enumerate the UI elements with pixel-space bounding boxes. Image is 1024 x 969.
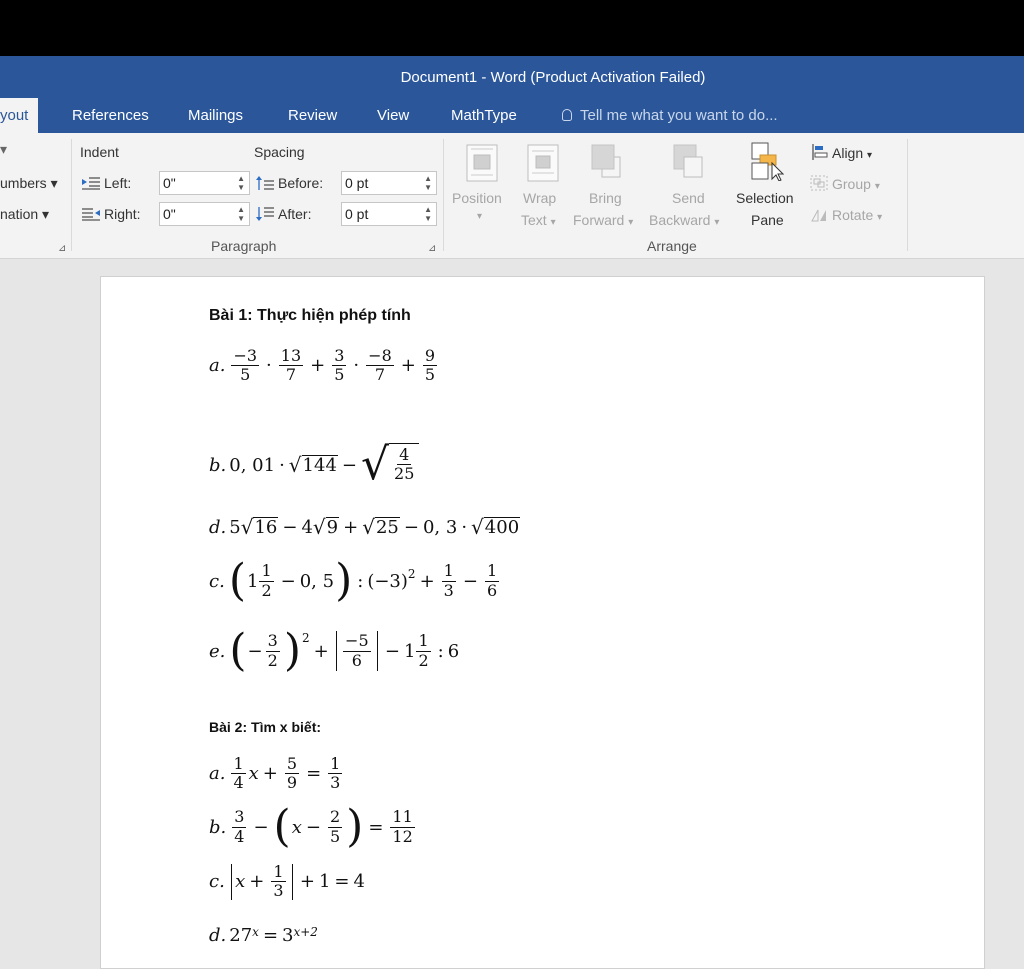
rotate-icon — [810, 206, 828, 222]
group-separator — [443, 139, 444, 251]
clipped-dropdown-arrow[interactable]: ▾ — [0, 141, 7, 158]
spinner-arrows-icon[interactable]: ▲ ▼ — [424, 205, 432, 223]
document-page[interactable]: Bài 1: Thực hiện phép tính a. −3 5 · 13 7 … — [100, 276, 985, 969]
eq-1c: c. ( 112 − 0, 5 ) : (−3) 2 + 13 − 16 — [209, 555, 500, 606]
indent-right-icon — [82, 207, 100, 221]
align-button[interactable]: Align ▾ — [812, 144, 872, 161]
heading-bai-1: Bài 1: Thực hiện phép tính — [209, 307, 411, 324]
paragraph-launcher-icon[interactable]: ⊿ — [428, 243, 436, 254]
group-icon — [810, 175, 828, 191]
bring-forward-label-1: Bring — [589, 190, 622, 206]
eq-1b: b. 0, 01 · √ 144 − √ 4 25 — [209, 443, 420, 487]
line-numbers-label: umbers — [0, 175, 47, 191]
heading-bai-2: Bài 2: Tìm x biết: — [209, 719, 322, 735]
spacing-before-label: Before: — [256, 175, 323, 191]
tab-mailings[interactable]: Mailings — [188, 98, 243, 133]
tab-review[interactable]: Review — [288, 98, 337, 133]
send-backward-icon — [673, 144, 703, 178]
selection-pane-icon — [751, 142, 784, 181]
bring-forward-label-2: Forward ▾ — [573, 212, 634, 228]
wrap-text-label-2: Text ▾ — [521, 212, 556, 228]
lightbulb-icon — [562, 109, 572, 121]
wrap-text-icon — [527, 144, 559, 182]
arrange-group-label: Arrange — [647, 238, 697, 254]
wrap-text-label-1: Wrap — [523, 190, 557, 206]
group-button[interactable]: Group ▾ — [810, 175, 880, 192]
send-backward-label-1: Send — [672, 190, 705, 206]
selection-pane-label-1: Selection — [736, 190, 794, 206]
spacing-label: Spacing — [254, 144, 305, 160]
title-bar: Document1 - Word (Product Activation Fai… — [0, 56, 1024, 98]
spacing-after-label: After: — [256, 206, 311, 222]
send-backward-label-2: Backward ▾ — [649, 212, 720, 228]
selection-pane-label-2: Pane — [751, 212, 784, 228]
eq-2a: a. 14x + 59 = 13 — [209, 754, 343, 793]
position-icon — [466, 144, 498, 182]
spacing-after-icon — [256, 207, 274, 221]
rotate-button[interactable]: Rotate ▾ — [810, 206, 882, 223]
paragraph-group-label: Paragraph — [211, 238, 277, 254]
spinner-arrows-icon[interactable]: ▲ ▼ — [237, 205, 245, 223]
line-numbers-button[interactable]: umbers ▾ — [0, 175, 58, 192]
group-separator — [907, 139, 908, 251]
spinner-arrows-icon[interactable]: ▲ ▼ — [424, 174, 432, 192]
page-setup-launcher-icon[interactable]: ⊿ — [58, 243, 66, 254]
ribbon: ▾ umbers ▾ nation ▾ ⊿ Indent Spacing Lef… — [0, 133, 1024, 259]
tell-me-box[interactable]: Tell me what you want to do... — [562, 98, 778, 133]
align-icon — [812, 144, 828, 160]
screen-top-black — [0, 0, 1024, 56]
indent-left-label: Left: — [82, 175, 131, 191]
eq-2d: d. 27 x = 3 x+2 — [209, 925, 318, 946]
spacing-before-icon — [256, 176, 274, 190]
spacing-after-input[interactable]: 0 pt ▲ ▼ — [341, 202, 437, 226]
tell-me-text: Tell me what you want to do... — [580, 107, 778, 124]
indent-right-input[interactable]: 0" ▲ ▼ — [159, 202, 250, 226]
hyphenation-button[interactable]: nation ▾ — [0, 206, 49, 223]
hyphenation-label: nation — [0, 206, 39, 222]
window-title: Document1 - Word (Product Activation Fai… — [400, 69, 706, 86]
eq-1d: d. 5 √ 16 − 4 √ 9 + √ 25 − 0, 3 · √ 400 — [209, 515, 521, 540]
eq-1e: e. ( −3 2 ) 2 + −5 6 − 112 : 6 — [209, 625, 460, 676]
indent-left-input[interactable]: 0" ▲ ▼ — [159, 171, 250, 195]
bring-forward-icon — [591, 144, 621, 178]
tab-mathtype[interactable]: MathType — [451, 98, 517, 133]
eq-2c: c. x + 13 + 1 = 4 — [209, 862, 365, 901]
ribbon-tabs: yout References Mailings Review View Mat… — [0, 98, 1024, 133]
eq-1a: a. −3 5 · 13 7 + 35 · −8 7 + 95 — [209, 346, 438, 385]
indent-left-icon — [82, 176, 100, 190]
tab-view[interactable]: View — [377, 98, 409, 133]
tab-layout[interactable]: yout — [0, 98, 39, 133]
indent-right-label: Right: — [82, 206, 141, 222]
spinner-arrows-icon[interactable]: ▲ ▼ — [237, 174, 245, 192]
indent-label: Indent — [80, 144, 119, 160]
group-separator — [71, 139, 72, 251]
tab-references[interactable]: References — [72, 98, 149, 133]
spacing-before-input[interactable]: 0 pt ▲ ▼ — [341, 171, 437, 195]
position-dropdown-arrow: ▾ — [477, 211, 483, 222]
position-label: Position — [452, 190, 502, 206]
eq-2b: b. 34 − ( x − 25 ) = 11 12 — [209, 801, 415, 852]
